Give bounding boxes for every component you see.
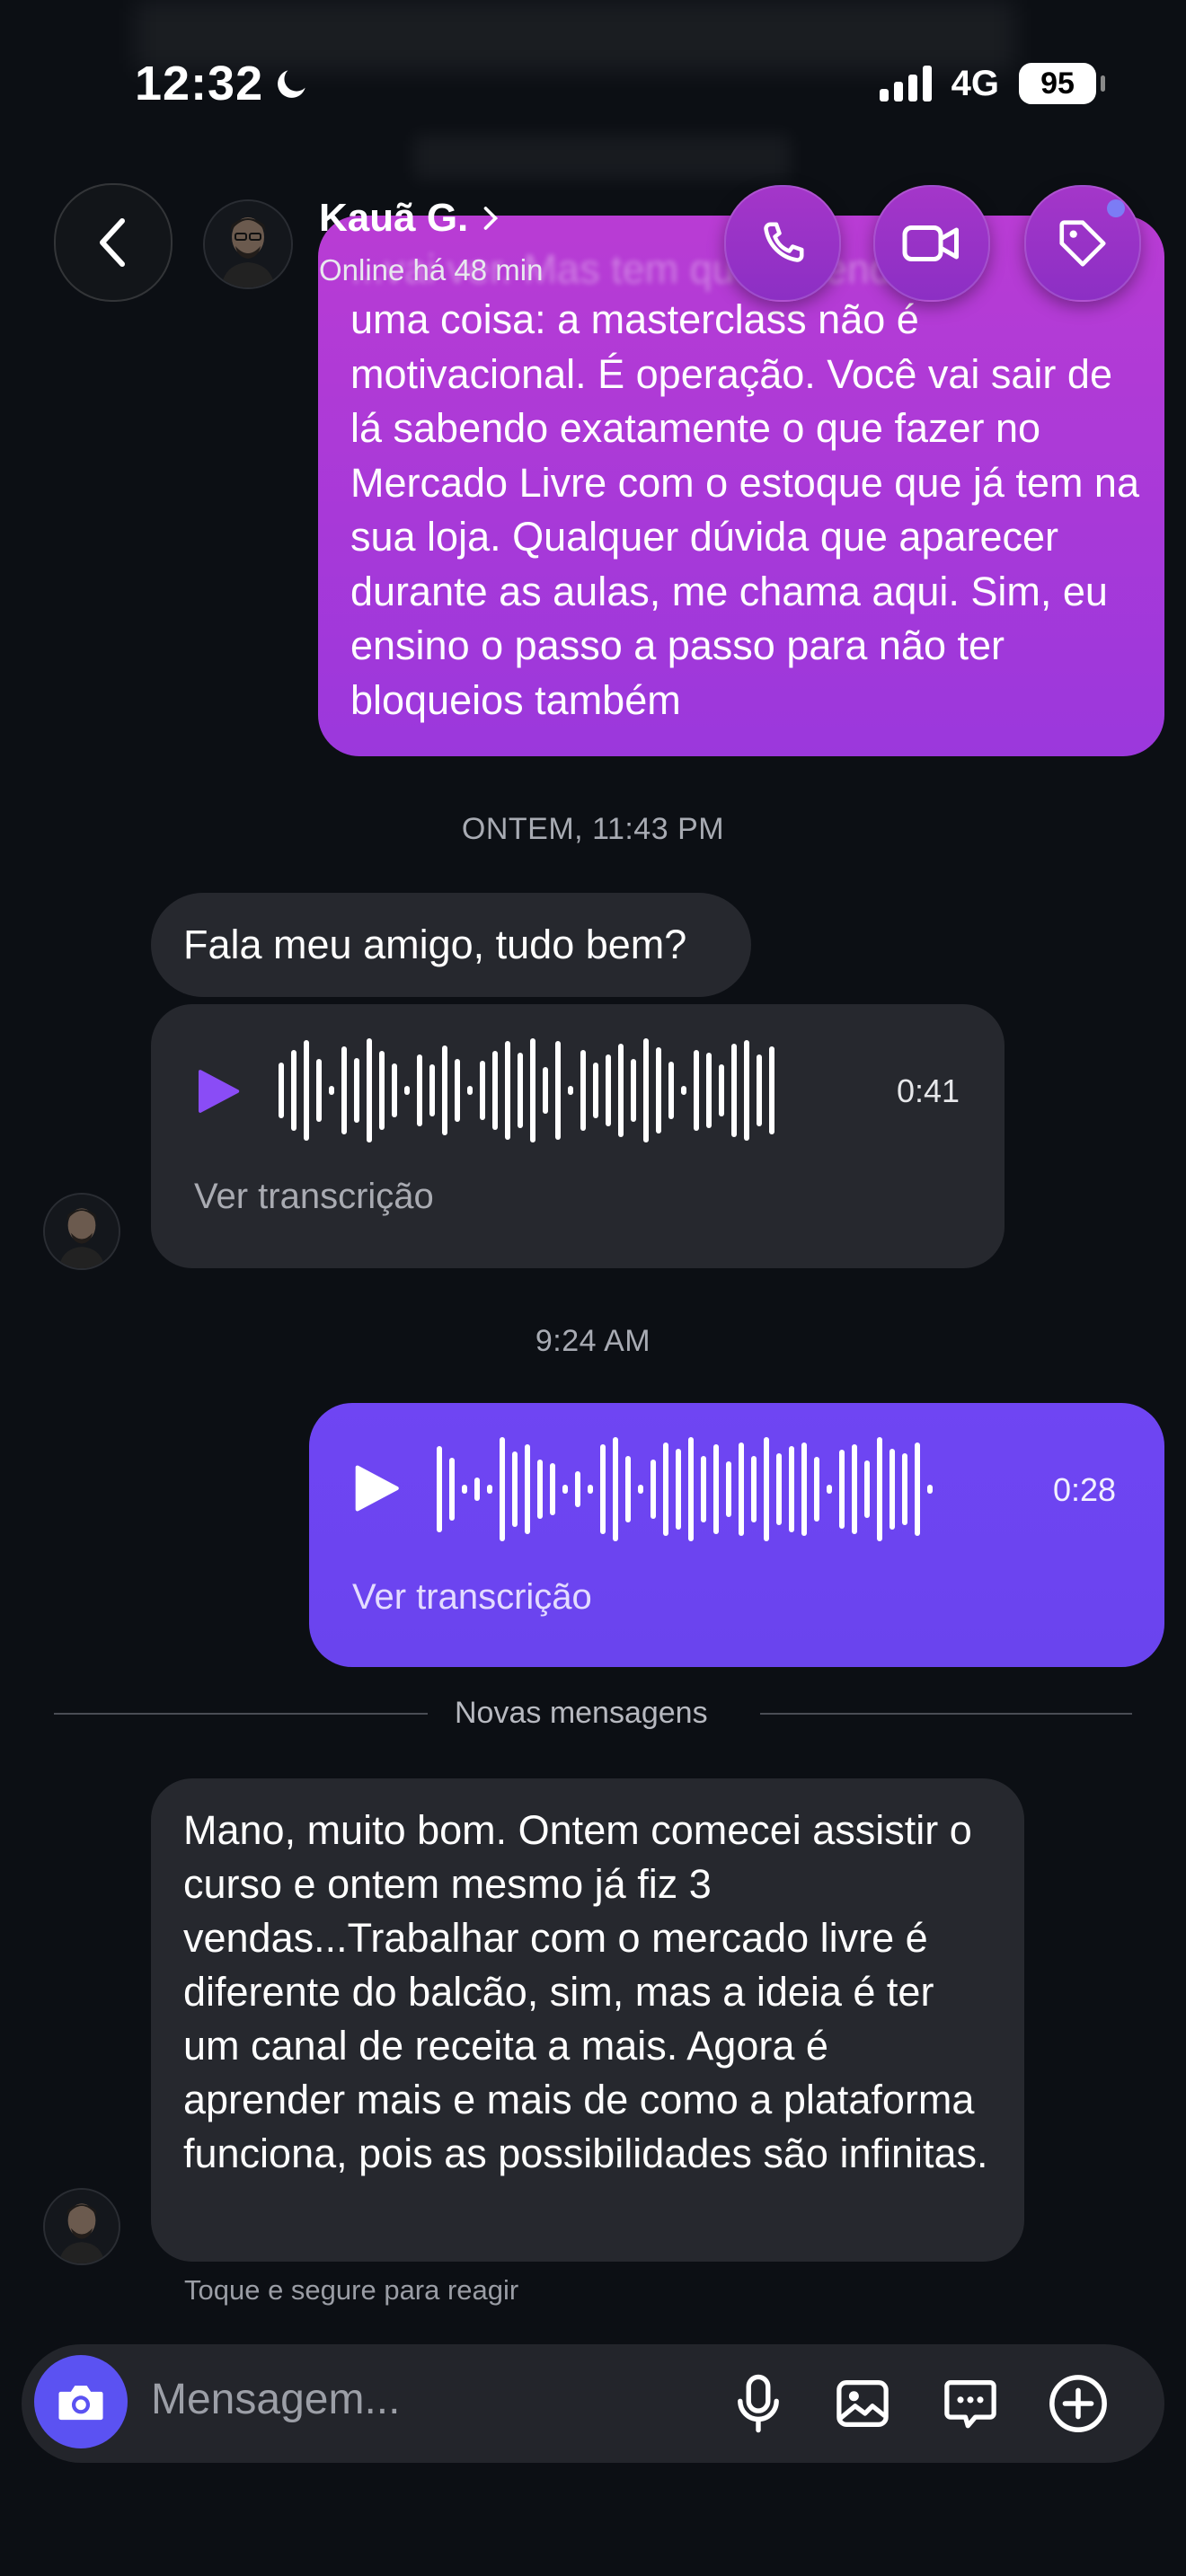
incoming-message-text: Mano, muito bom. Ontem comecei assistir … (183, 1807, 988, 2176)
tag-icon (1059, 220, 1106, 267)
reaction-hint: Toque e segure para reagir (184, 2274, 519, 2306)
call-button[interactable] (724, 185, 841, 302)
tag-button[interactable] (1024, 185, 1141, 302)
waveform[interactable] (437, 1435, 933, 1543)
sticker-button[interactable] (931, 2364, 1010, 2443)
play-button[interactable] (189, 1063, 244, 1119)
video-call-button[interactable] (873, 185, 990, 302)
status-indicators: 4G 95 (879, 63, 1105, 104)
sender-avatar[interactable] (43, 2188, 120, 2265)
person-photo (205, 201, 291, 287)
back-button[interactable] (54, 183, 173, 302)
blurred-timestamp (413, 135, 791, 180)
contact-avatar[interactable] (203, 199, 293, 289)
new-messages-divider: Novas mensagens (455, 1696, 708, 1730)
person-photo (45, 2190, 119, 2263)
divider-line (54, 1713, 428, 1715)
sent-message-text: uma coisa: a masterclass não é motivacio… (350, 296, 1139, 723)
camera-icon (58, 2386, 103, 2421)
sender-avatar[interactable] (43, 1193, 120, 1270)
notification-dot (1107, 199, 1125, 217)
status-time: 12:32 (135, 56, 312, 111)
battery-icon: 95 (1019, 63, 1105, 104)
play-icon (355, 1465, 399, 1512)
image-icon (836, 2380, 889, 2427)
timestamp: ONTEM, 11:43 PM (461, 812, 725, 846)
gallery-button[interactable] (823, 2364, 902, 2443)
more-button[interactable] (1039, 2364, 1118, 2443)
network-type: 4G (951, 63, 999, 103)
microphone-button[interactable] (719, 2364, 798, 2443)
clock: 12:32 (135, 57, 264, 110)
contact-name-text: Kauã G. (319, 196, 469, 240)
chevron-left-icon (100, 218, 125, 267)
transcript-link[interactable]: Ver transcrição (352, 1577, 592, 1618)
phone-icon (764, 222, 804, 262)
moon-icon (278, 70, 305, 98)
voice-duration: 0:28 (1053, 1471, 1117, 1508)
timestamp: 9:24 AM (535, 1324, 651, 1358)
voice-duration: 0:41 (897, 1072, 960, 1109)
sticker-icon (944, 2380, 996, 2429)
video-camera-icon (902, 225, 959, 261)
play-icon (198, 1070, 240, 1113)
waveform[interactable] (279, 1037, 774, 1144)
transcript-link[interactable]: Ver transcrição (194, 1177, 434, 1217)
microphone-icon (738, 2374, 779, 2433)
camera-button[interactable] (34, 2355, 128, 2448)
plus-icon (1049, 2375, 1107, 2432)
divider-line (760, 1713, 1132, 1715)
battery-level: 95 (1040, 66, 1075, 101)
chevron-right-icon (483, 207, 499, 230)
incoming-message-text: Fala meu amigo, tudo bem? (183, 922, 687, 967)
message-input[interactable]: Mensagem... (151, 2375, 400, 2424)
contact-name[interactable]: Kauã G. (319, 196, 500, 241)
play-button[interactable] (345, 1459, 404, 1518)
person-photo (45, 1195, 119, 1268)
contact-status: Online há 48 min (319, 253, 544, 287)
signal-icon (879, 66, 932, 101)
